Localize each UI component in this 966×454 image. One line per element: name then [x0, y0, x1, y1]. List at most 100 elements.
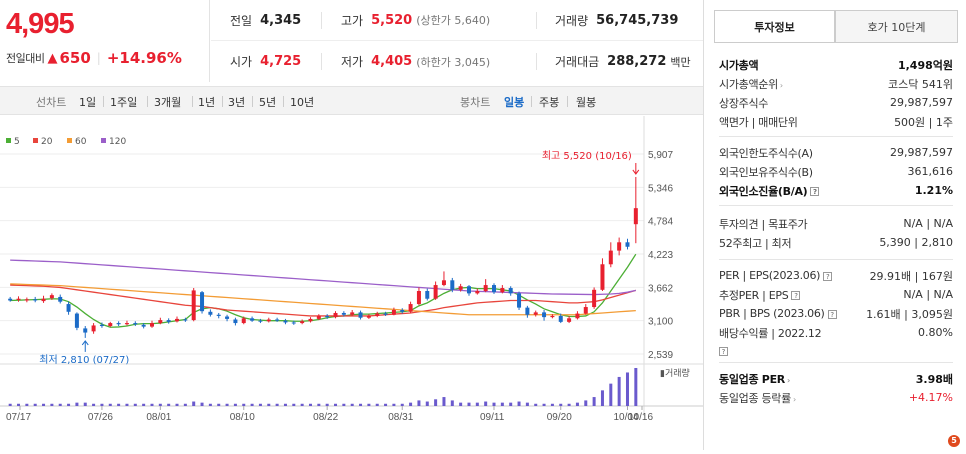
tab-candle-chart[interactable]: 봉차트 [460, 94, 490, 110]
volume-label: ▮거래량 [660, 367, 690, 379]
notification-badge[interactable]: 5 [948, 435, 960, 447]
candle-body [550, 315, 555, 318]
candle-body [617, 242, 622, 251]
tab-line-chart[interactable]: 선차트 [36, 94, 66, 110]
volume-bar [158, 403, 162, 406]
candle-body [450, 280, 455, 290]
tab-10y[interactable]: 10년 [290, 94, 314, 110]
legend-label: 5 [14, 137, 20, 147]
candle-body [625, 242, 630, 247]
info-label: 배당수익률 | 2022.12 [719, 326, 822, 340]
info-value: 361,616 [907, 165, 954, 178]
help-icon[interactable]: ? [823, 271, 833, 281]
help-icon[interactable]: ? [719, 347, 728, 356]
info-label: 외국인소진율(B/A)? [719, 183, 820, 199]
info-row[interactable]: 동일업종 등락률 › +4.17% [719, 388, 953, 407]
volume-bar [334, 403, 338, 406]
volume-bar [108, 403, 112, 406]
legend-swatch [33, 138, 38, 143]
volume-bar [467, 402, 471, 406]
info-label: PBR | BPS (2023.06)? [719, 307, 837, 320]
volume-bar [442, 397, 446, 406]
candle-body [175, 318, 180, 322]
x-tick-label: 10/16 [628, 412, 653, 423]
volume-bar [325, 403, 329, 406]
volume-bar [175, 403, 179, 406]
chevron-right-icon: › [792, 394, 796, 404]
tab-5y[interactable]: 5년 [259, 94, 276, 110]
tab-3m[interactable]: 3개월 [154, 94, 181, 110]
info-row: PER | EPS(2023.06)? 29.91배 | 167원 [719, 266, 953, 285]
info-row: 시가총액 1,498억원 [719, 55, 953, 74]
chart-period-tabs: 선차트 1일 1주일 3개월 1년 3년 5년 10년 봉차트 일봉 주봉 월봉 [0, 86, 703, 115]
volume-bar [242, 403, 246, 406]
tab-3y[interactable]: 3년 [228, 94, 245, 110]
candle-body [283, 320, 288, 323]
candle-body [166, 320, 171, 322]
candle-body [41, 298, 46, 302]
tab-daily[interactable]: 일봉 [504, 94, 524, 110]
divider: | [96, 51, 101, 65]
volume-bar [167, 403, 171, 406]
info-row[interactable]: 동일업종 PER › 3.98배 [719, 369, 953, 388]
candle-body [33, 299, 38, 301]
candle-body [408, 304, 413, 312]
divider [192, 96, 193, 107]
candle-body [441, 280, 446, 286]
volume-bar [292, 403, 296, 406]
info-label: 외국인한도주식수(A) [719, 146, 813, 160]
help-icon[interactable]: ? [791, 291, 801, 300]
info-group-market-cap: 시가총액 1,498억원 시가총액순위 › 코스닥 541위 상장주식수 29,987,59… [719, 55, 953, 131]
legend-swatch [6, 138, 11, 143]
info-group-opinion: 투자의견 | 목표주가 N/A | N/A 52주최고 | 최저 5,390 | 2,… [719, 214, 953, 252]
candle-body [400, 309, 405, 312]
divider [719, 136, 953, 137]
info-value: 29,987,597 [890, 96, 953, 109]
candle-body [500, 288, 505, 293]
tab-1y[interactable]: 1년 [198, 94, 215, 110]
candle-body [358, 312, 363, 318]
legend-swatch [101, 138, 106, 143]
tab-1w[interactable]: 1주일 [110, 94, 137, 110]
info-label: 52주최고 | 최저 [719, 236, 792, 250]
candle-body [99, 324, 104, 327]
help-icon[interactable]: ? [827, 309, 837, 319]
candle-body [200, 292, 205, 312]
volume-bar [517, 401, 521, 406]
candle-body [308, 318, 313, 322]
candle-body [216, 314, 221, 316]
volume-bar [367, 403, 371, 406]
info-label: 액면가 | 매매단위 [719, 115, 798, 129]
chevron-right-icon: › [786, 375, 790, 385]
divider [321, 12, 322, 29]
stat-open: 시가 4,725 [230, 54, 302, 69]
info-row[interactable]: 시가총액순위 › 코스닥 541위 [719, 74, 953, 93]
volume-bar [217, 403, 221, 406]
volume-bar [350, 403, 354, 406]
legend-label: 20 [41, 137, 53, 147]
info-row: 52주최고 | 최저 5,390 | 2,810 [719, 233, 953, 252]
x-tick-label: 08/22 [313, 412, 338, 423]
help-icon[interactable]: ? [810, 187, 820, 196]
tab-monthly[interactable]: 월봉 [576, 94, 596, 110]
tab-1d[interactable]: 1일 [79, 94, 96, 110]
info-value: 0.80% [918, 326, 953, 339]
candle-body [183, 319, 188, 321]
candle-body [91, 325, 96, 332]
volume-bar [133, 403, 137, 406]
invest-info-panel: 투자정보 호가 10단계 시가총액 1,498억원 시가총액순위 › 코스닥 541위 상… [703, 0, 966, 450]
high-annotation: 최고 5,520 (10/16) [542, 150, 632, 162]
volume-bar [550, 403, 554, 406]
candle-body [208, 311, 213, 315]
tab-order-book[interactable]: 호가 10단계 [835, 10, 958, 43]
volume-bar [459, 402, 463, 406]
divider [719, 362, 953, 363]
diff-value: 650 [59, 49, 91, 67]
x-tick-label: 07/17 [6, 412, 31, 423]
volume-bar [559, 403, 563, 406]
tab-invest-info[interactable]: 투자정보 [714, 10, 835, 43]
candle-body [141, 324, 146, 327]
tab-weekly[interactable]: 주봉 [539, 94, 559, 110]
volume-bar [225, 403, 229, 406]
info-row-help: ? [719, 342, 953, 361]
